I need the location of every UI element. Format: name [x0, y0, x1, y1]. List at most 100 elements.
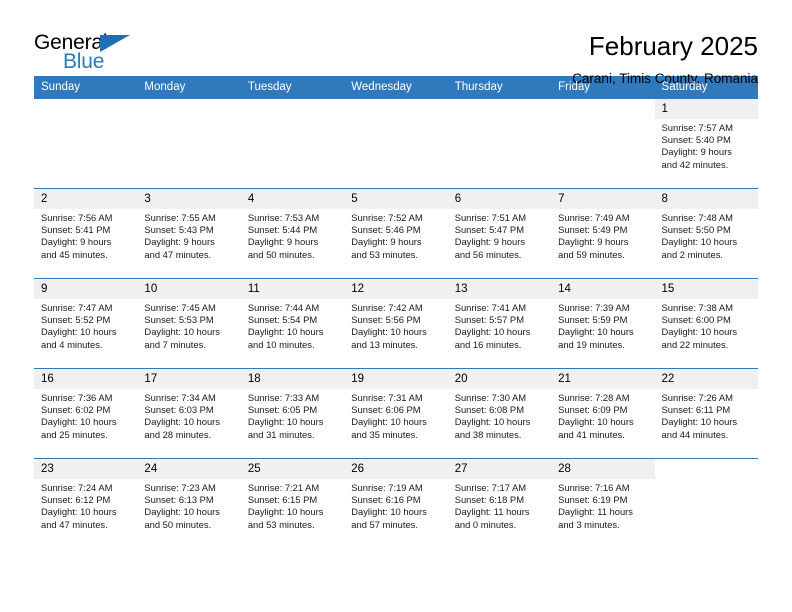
calendar-cell-day[interactable]: 14 Sunrise: 7:39 AM Sunset: 5:59 PM Dayligh…	[551, 278, 655, 369]
daylight-text-line2: and 31 minutes.	[247, 428, 315, 440]
sunrise-text: Sunrise: 7:34 AM	[144, 392, 216, 403]
daylight-text-line1: Daylight: 10 hours	[558, 326, 634, 338]
daylight-text-line1: Daylight: 10 hours	[454, 326, 531, 338]
calendar-cell-day[interactable]: 28 Sunrise: 7:16 AM Sunset: 6:19 PM Dayligh…	[551, 458, 655, 549]
calendar-cell-inner	[447, 99, 552, 188]
calendar-cell-inner: 21 Sunrise: 7:28 AM Sunset: 6:09 PM Dayligh…	[551, 369, 655, 458]
calendar-cell-day[interactable]: 8 Sunrise: 7:48 AM Sunset: 5:50 PM Daylight…	[654, 188, 758, 279]
daylight-text-line1: Daylight: 10 hours	[41, 506, 117, 518]
day-sun-info: Sunrise: 7:34 AM Sunset: 6:03 PM Daylight:…	[137, 389, 241, 458]
sunset-text: Sunset: 6:03 PM	[144, 404, 214, 416]
calendar-cell-day[interactable]: 12 Sunrise: 7:42 AM Sunset: 5:56 PM Dayligh…	[344, 278, 448, 369]
sunrise-text: Sunrise: 7:56 AM	[41, 212, 113, 223]
calendar-cell-day[interactable]: 2 Sunrise: 7:56 AM Sunset: 5:41 PM Daylight…	[34, 188, 138, 279]
sunset-text: Sunset: 6:11 PM	[661, 404, 731, 416]
sunset-text: Sunset: 5:59 PM	[558, 314, 628, 326]
daylight-text-line1: Daylight: 10 hours	[41, 416, 117, 428]
daylight-text-line2: and 19 minutes.	[558, 338, 625, 350]
sunset-text: Sunset: 6:19 PM	[558, 494, 628, 506]
day-number: 28	[551, 459, 655, 479]
daylight-text-line2: and 53 minutes.	[247, 518, 315, 530]
calendar-cell-inner: 26 Sunrise: 7:19 AM Sunset: 6:16 PM Dayligh…	[344, 459, 448, 549]
calendar-cell-day[interactable]: 11 Sunrise: 7:44 AM Sunset: 5:54 PM Dayligh…	[240, 278, 345, 369]
sunrise-text: Sunrise: 7:24 AM	[41, 482, 113, 493]
sunrise-text: Sunrise: 7:55 AM	[144, 212, 216, 223]
calendar-cell-inner: 17 Sunrise: 7:34 AM Sunset: 6:03 PM Dayligh…	[137, 369, 241, 458]
calendar-cell-day[interactable]: 25 Sunrise: 7:21 AM Sunset: 6:15 PM Dayligh…	[240, 458, 345, 549]
calendar-cell-empty	[344, 98, 448, 189]
day-number: 14	[551, 279, 655, 299]
calendar-cell-day[interactable]: 19 Sunrise: 7:31 AM Sunset: 6:06 PM Dayligh…	[344, 368, 448, 459]
day-sun-info: Sunrise: 7:33 AM Sunset: 6:05 PM Daylight:…	[240, 389, 345, 458]
day-number: 20	[447, 369, 552, 389]
daylight-text-line1: Daylight: 10 hours	[351, 326, 427, 338]
calendar-cell-day[interactable]: 4 Sunrise: 7:53 AM Sunset: 5:44 PM Daylight…	[240, 188, 345, 279]
calendar-cell-empty	[240, 98, 345, 189]
day-number: 25	[240, 459, 345, 479]
day-sun-info: Sunrise: 7:24 AM Sunset: 6:12 PM Daylight:…	[34, 479, 138, 549]
logo-triangle-icon	[100, 35, 130, 52]
daylight-text-line2: and 53 minutes.	[351, 248, 418, 260]
calendar-cell-day[interactable]: 22 Sunrise: 7:26 AM Sunset: 6:11 PM Dayligh…	[654, 368, 758, 459]
daylight-text-line2: and 57 minutes.	[351, 518, 418, 530]
calendar-cell-day[interactable]: 18 Sunrise: 7:33 AM Sunset: 6:05 PM Dayligh…	[240, 368, 345, 459]
page-title: February 2025	[588, 31, 758, 61]
sunrise-text: Sunrise: 7:23 AM	[144, 482, 216, 493]
calendar-cell-inner: 24 Sunrise: 7:23 AM Sunset: 6:13 PM Dayligh…	[137, 459, 241, 549]
calendar-cell-day[interactable]: 10 Sunrise: 7:45 AM Sunset: 5:53 PM Dayligh…	[137, 278, 241, 369]
calendar-cell-inner: 16 Sunrise: 7:36 AM Sunset: 6:02 PM Dayligh…	[34, 369, 138, 458]
sunset-text: Sunset: 5:49 PM	[558, 224, 628, 236]
calendar-cell-day[interactable]: 15 Sunrise: 7:38 AM Sunset: 6:00 PM Dayligh…	[654, 278, 758, 369]
day-sun-info: Sunrise: 7:49 AM Sunset: 5:49 PM Daylight:…	[551, 209, 655, 278]
calendar-cell-inner: 23 Sunrise: 7:24 AM Sunset: 6:12 PM Dayligh…	[34, 459, 138, 549]
day-sun-info: Sunrise: 7:31 AM Sunset: 6:06 PM Daylight:…	[344, 389, 448, 458]
calendar-cell-day[interactable]: 1 Sunrise: 7:57 AM Sunset: 5:40 PM Daylight…	[654, 98, 758, 189]
calendar-cell-empty	[447, 98, 552, 189]
sunrise-text: Sunrise: 7:30 AM	[454, 392, 527, 403]
calendar-cell-day[interactable]: 9 Sunrise: 7:47 AM Sunset: 5:52 PM Daylight…	[34, 278, 138, 369]
sunrise-text: Sunrise: 7:49 AM	[558, 212, 630, 223]
calendar-cell-day[interactable]: 20 Sunrise: 7:30 AM Sunset: 6:08 PM Dayligh…	[447, 368, 552, 459]
calendar-cell-day[interactable]: 13 Sunrise: 7:41 AM Sunset: 5:57 PM Dayligh…	[447, 278, 552, 369]
daylight-text-line2: and 13 minutes.	[351, 338, 418, 350]
general-blue-logo[interactable]: General Blue	[34, 31, 154, 77]
calendar-grid: Sunday Monday Tuesday Wednesday Thursday…	[34, 76, 758, 549]
sunrise-text: Sunrise: 7:53 AM	[247, 212, 320, 223]
day-number: 24	[137, 459, 241, 479]
daylight-text-line2: and 59 minutes.	[558, 248, 625, 260]
daylight-text-line1: Daylight: 10 hours	[661, 416, 738, 428]
daylight-text-line2: and 0 minutes.	[454, 518, 517, 530]
calendar-cell-empty	[137, 98, 241, 189]
sunrise-text: Sunrise: 7:16 AM	[558, 482, 630, 493]
page-header: General Blue February 2025 Carani, Timis…	[34, 0, 758, 86]
calendar-cell-day[interactable]: 21 Sunrise: 7:28 AM Sunset: 6:09 PM Dayligh…	[551, 368, 655, 459]
day-sun-info: Sunrise: 7:16 AM Sunset: 6:19 PM Daylight:…	[551, 479, 655, 549]
calendar-cell-inner	[34, 99, 138, 188]
calendar-cell-day[interactable]: 26 Sunrise: 7:19 AM Sunset: 6:16 PM Dayligh…	[344, 458, 448, 549]
daylight-text-line1: Daylight: 10 hours	[247, 506, 324, 518]
day-sun-info: Sunrise: 7:53 AM Sunset: 5:44 PM Daylight:…	[240, 209, 345, 278]
sunset-text: Sunset: 6:06 PM	[351, 404, 421, 416]
calendar-cell-day[interactable]: 6 Sunrise: 7:51 AM Sunset: 5:47 PM Daylight…	[447, 188, 552, 279]
calendar-cell-inner: 14 Sunrise: 7:39 AM Sunset: 5:59 PM Dayligh…	[551, 279, 655, 368]
daylight-text-line1: Daylight: 9 hours	[351, 236, 422, 248]
calendar-cell-inner: 10 Sunrise: 7:45 AM Sunset: 5:53 PM Dayligh…	[137, 279, 241, 368]
sunset-text: Sunset: 5:56 PM	[351, 314, 421, 326]
calendar-cell-day[interactable]: 3 Sunrise: 7:55 AM Sunset: 5:43 PM Daylight…	[137, 188, 241, 279]
daylight-text-line1: Daylight: 10 hours	[144, 506, 220, 518]
calendar-cell-inner: 22 Sunrise: 7:26 AM Sunset: 6:11 PM Dayligh…	[654, 369, 758, 458]
sunset-text: Sunset: 5:43 PM	[144, 224, 214, 236]
daylight-text-line1: Daylight: 9 hours	[558, 236, 629, 248]
sunrise-text: Sunrise: 7:36 AM	[41, 392, 113, 403]
calendar-cell-day[interactable]: 16 Sunrise: 7:36 AM Sunset: 6:02 PM Dayligh…	[34, 368, 138, 459]
calendar-cell-day[interactable]: 5 Sunrise: 7:52 AM Sunset: 5:46 PM Daylight…	[344, 188, 448, 279]
calendar-cell-day[interactable]: 27 Sunrise: 7:17 AM Sunset: 6:18 PM Dayligh…	[447, 458, 552, 549]
day-number: 8	[654, 189, 758, 209]
calendar-cell-day[interactable]: 17 Sunrise: 7:34 AM Sunset: 6:03 PM Dayligh…	[137, 368, 241, 459]
calendar-cell-day[interactable]: 24 Sunrise: 7:23 AM Sunset: 6:13 PM Dayligh…	[137, 458, 241, 549]
calendar-cell-day[interactable]: 23 Sunrise: 7:24 AM Sunset: 6:12 PM Dayligh…	[34, 458, 138, 549]
calendar-cell-day[interactable]: 7 Sunrise: 7:49 AM Sunset: 5:49 PM Daylight…	[551, 188, 655, 279]
day-sun-info: Sunrise: 7:45 AM Sunset: 5:53 PM Daylight:…	[137, 299, 241, 368]
daylight-text-line1: Daylight: 9 hours	[661, 146, 732, 158]
day-sun-info: Sunrise: 7:23 AM Sunset: 6:13 PM Daylight:…	[137, 479, 241, 549]
